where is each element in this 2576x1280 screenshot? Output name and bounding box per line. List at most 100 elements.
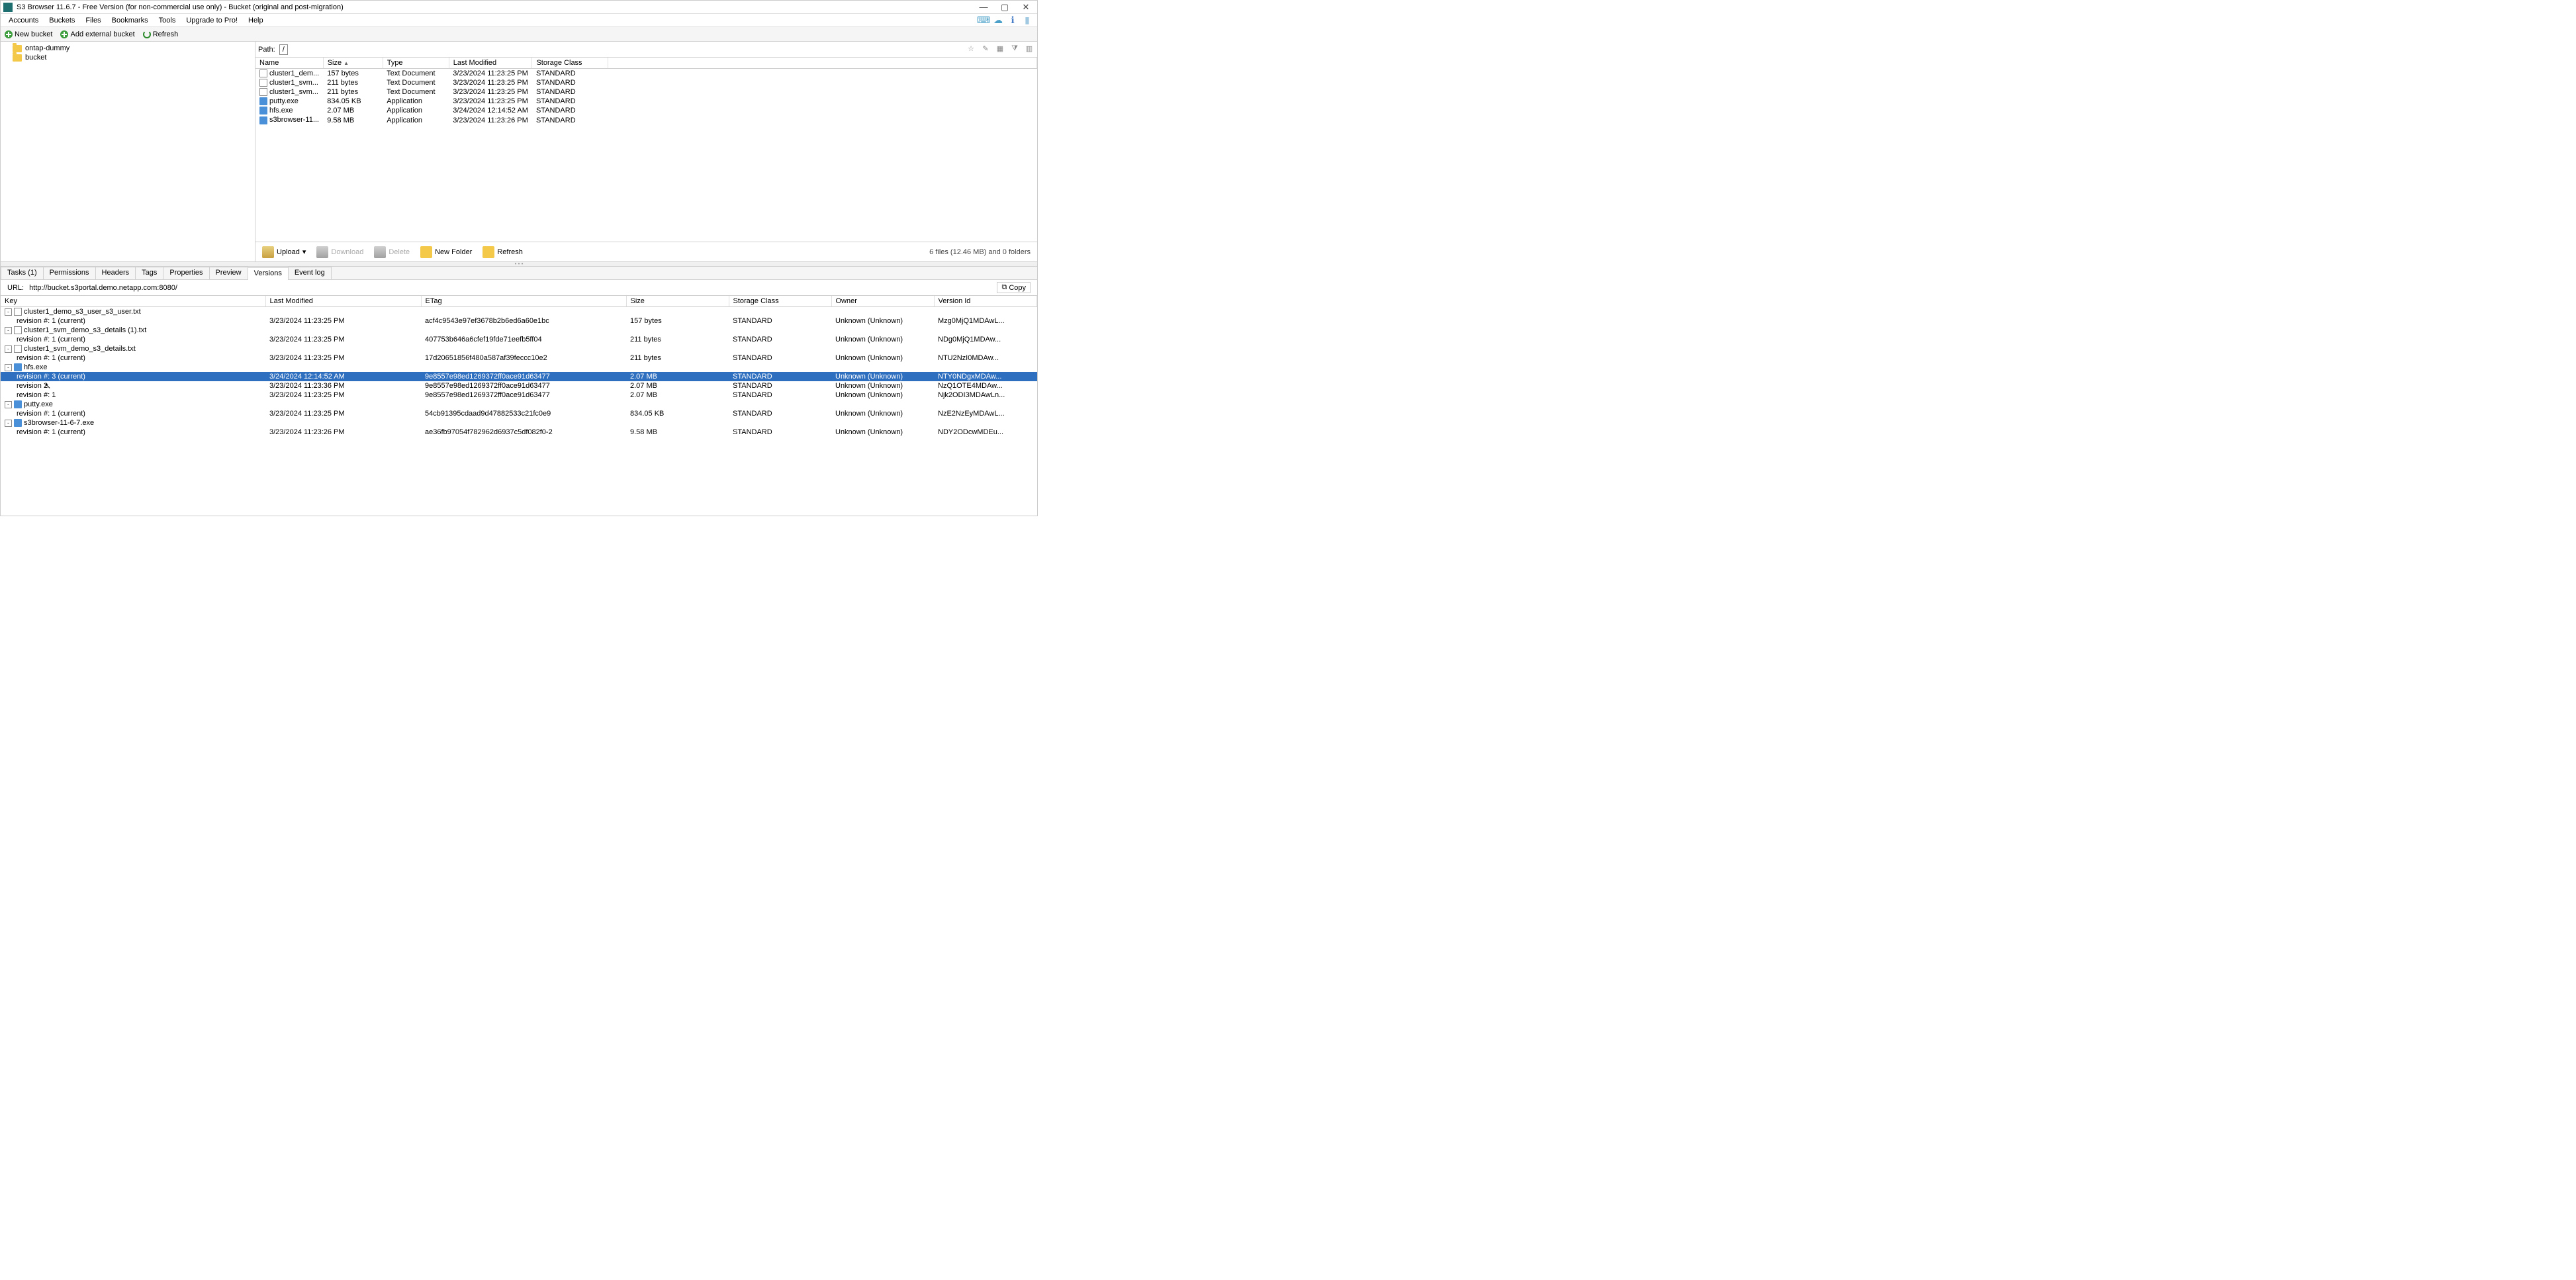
application-icon [14,400,22,408]
file-row[interactable]: hfs.exe2.07 MBApplication3/24/2024 12:14… [255,106,1037,115]
vcol-owner[interactable]: Owner [831,296,934,307]
menu-help[interactable]: Help [243,17,269,24]
version-revision-row[interactable]: revision 2↖3/23/2024 11:23:36 PM9e8557e9… [1,381,1037,390]
new-bucket-button[interactable]: New bucket [1,30,56,38]
version-key-row[interactable]: -hfs.exe [1,363,1037,372]
toolbar: New bucket Add external bucket Refresh [1,27,1037,42]
application-icon [14,363,22,371]
tab-eventlog[interactable]: Event log [288,267,332,279]
document-icon [259,79,267,87]
version-key-row[interactable]: -cluster1_svm_demo_s3_details (1).txt [1,326,1037,335]
col-size[interactable]: Size ▲ [323,58,383,69]
col-modified[interactable]: Last Modified [449,58,532,69]
folder-icon [420,246,432,258]
vcol-size[interactable]: Size [626,296,729,307]
columns-icon[interactable]: ▥ [1024,44,1035,55]
url-value[interactable]: http://bucket.s3portal.demo.netapp.com:8… [29,284,997,292]
path-row: Path: / ☆ ✎ ▦ ⧩ ▥ [255,42,1037,58]
file-row[interactable]: s3browser-11...9.58 MBApplication3/23/20… [255,115,1037,124]
edit-icon[interactable]: ✎ [980,44,991,55]
collapse-icon[interactable]: - [5,401,12,408]
new-folder-button[interactable]: New Folder [416,245,476,259]
splitter[interactable]: • • • [1,261,1037,267]
refresh-icon [483,246,494,258]
vcol-storageclass[interactable]: Storage Class [729,296,831,307]
add-external-bucket-button[interactable]: Add external bucket [56,30,138,38]
download-icon [316,246,328,258]
maximize-button[interactable]: ▢ [1000,3,1009,12]
refresh-files-button[interactable]: Refresh [479,245,527,259]
tab-preview[interactable]: Preview [209,267,248,279]
application-icon [259,116,267,124]
dropdown-arrow-icon: ▾ [302,248,306,256]
app-icon [3,3,13,12]
bucket-item-bucket[interactable]: bucket [1,53,255,62]
collapse-icon[interactable]: - [5,308,12,316]
vcol-etag[interactable]: ETag [421,296,626,307]
keyboard-icon[interactable]: ⌨ [976,15,991,26]
url-row: URL: http://bucket.s3portal.demo.netapp.… [1,280,1037,296]
version-revision-row[interactable]: revision #: 3 (current)3/24/2024 12:14:5… [1,372,1037,381]
version-revision-row[interactable]: revision #: 1 (current)3/23/2024 11:23:2… [1,428,1037,437]
filter-icon[interactable]: ⧩ [1009,44,1020,55]
star-icon[interactable]: ☆ [966,44,976,55]
delete-button[interactable]: Delete [370,245,414,259]
document-icon [14,308,22,316]
bucket-item-ontap-dummy[interactable]: ontap-dummy [1,44,255,53]
application-icon [259,107,267,114]
copy-button[interactable]: ⧉Copy [997,282,1031,293]
vcol-modified[interactable]: Last Modified [265,296,421,307]
minimize-button[interactable]: ― [979,3,988,12]
cloud-icon[interactable]: ☁ [991,15,1005,26]
file-row[interactable]: cluster1_svm...211 bytesText Document3/2… [255,78,1037,87]
path-value[interactable]: / [279,44,288,55]
col-storageclass[interactable]: Storage Class [532,58,608,69]
file-row[interactable]: cluster1_dem...157 bytesText Document3/2… [255,69,1037,79]
upload-button[interactable]: Upload ▾ [258,245,310,259]
versions-list[interactable]: Key Last Modified ETag Size Storage Clas… [1,296,1037,516]
download-button[interactable]: Download [312,245,367,259]
version-key-row[interactable]: -putty.exe [1,400,1037,409]
version-revision-row[interactable]: revision #: 1 (current)3/23/2024 11:23:2… [1,316,1037,326]
bar-icon[interactable]: ▮ [1020,15,1035,26]
version-key-row[interactable]: -cluster1_svm_demo_s3_details.txt [1,344,1037,353]
col-name[interactable]: Name [255,58,323,69]
menu-upgrade[interactable]: Upgrade to Pro! [181,17,243,24]
file-row[interactable]: putty.exe834.05 KBApplication3/23/2024 1… [255,97,1037,106]
vcol-key[interactable]: Key [1,296,265,307]
collapse-icon[interactable]: - [5,420,12,427]
close-button[interactable]: ✕ [1021,3,1031,12]
tab-properties[interactable]: Properties [163,267,209,279]
collapse-icon[interactable]: - [5,327,12,334]
info-icon[interactable]: ℹ [1005,15,1020,26]
version-key-row[interactable]: -s3browser-11-6-7.exe [1,418,1037,428]
menu-tools[interactable]: Tools [154,17,181,24]
tab-versions[interactable]: Versions [248,267,289,280]
sort-asc-icon: ▲ [344,60,349,66]
version-key-row[interactable]: -cluster1_demo_s3_user_s3_user.txt [1,307,1037,317]
folder-icon [13,54,22,62]
file-row[interactable]: cluster1_svm...211 bytesText Document3/2… [255,87,1037,97]
vcol-versionid[interactable]: Version Id [934,296,1037,307]
tab-permissions[interactable]: Permissions [43,267,96,279]
tab-tags[interactable]: Tags [135,267,163,279]
document-icon [14,345,22,353]
status-text: 6 files (12.46 MB) and 0 folders [929,248,1035,256]
menu-buckets[interactable]: Buckets [44,17,80,24]
collapse-icon[interactable]: - [5,345,12,353]
menu-accounts[interactable]: Accounts [3,17,44,24]
version-revision-row[interactable]: revision #: 1 (current)3/23/2024 11:23:2… [1,335,1037,344]
version-revision-row[interactable]: revision #: 1 (current)3/23/2024 11:23:2… [1,409,1037,418]
file-list[interactable]: Name Size ▲ Type Last Modified Storage C… [255,58,1037,242]
version-revision-row[interactable]: revision #: 1 (current)3/23/2024 11:23:2… [1,353,1037,363]
collapse-icon[interactable]: - [5,364,12,371]
bucket-tree[interactable]: ontap-dummy bucket [1,42,255,261]
menu-bookmarks[interactable]: Bookmarks [107,17,154,24]
version-revision-row[interactable]: revision #: 13/23/2024 11:23:25 PM9e8557… [1,390,1037,400]
menu-files[interactable]: Files [80,17,106,24]
tab-tasks[interactable]: Tasks (1) [1,267,44,279]
refresh-button[interactable]: Refresh [139,30,183,38]
tab-headers[interactable]: Headers [95,267,136,279]
grid-icon[interactable]: ▦ [995,44,1005,55]
col-type[interactable]: Type [383,58,449,69]
